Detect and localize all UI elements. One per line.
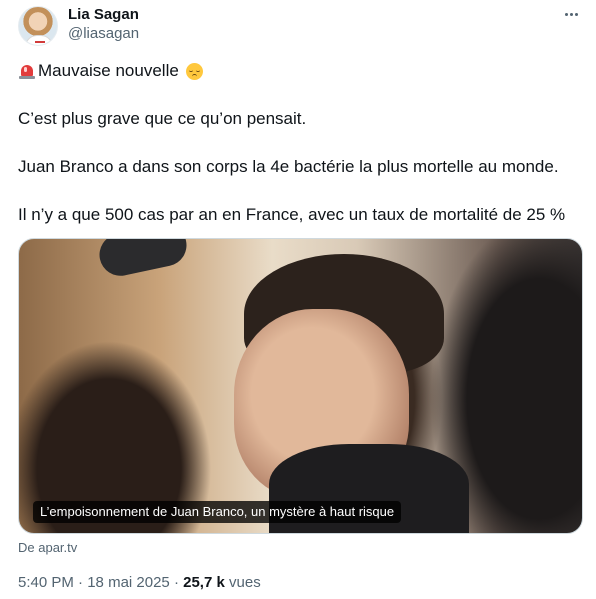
views-label: vues bbox=[224, 574, 261, 591]
rotating-light-icon bbox=[18, 63, 36, 79]
link-card-source[interactable]: De apar.tv bbox=[18, 540, 77, 556]
tweet: Lia Sagan @liasagan Mauvaise nouvelle C’… bbox=[0, 0, 596, 599]
author-name[interactable]: Lia Sagan bbox=[68, 6, 139, 24]
meta-separator-1: · bbox=[73, 574, 88, 591]
meta-separator-2: · bbox=[169, 574, 184, 591]
tweet-line-4: Il n’y a que 500 cas par an en France, a… bbox=[18, 205, 566, 224]
tweet-line-2: C’est plus grave que ce qu’on pensait. bbox=[18, 109, 307, 128]
link-card-image[interactable]: L’empoisonnement de Juan Branco, un myst… bbox=[18, 238, 583, 534]
disappointed-face-icon bbox=[185, 62, 203, 80]
avatar-shirt bbox=[25, 35, 53, 45]
more-options-icon[interactable] bbox=[560, 4, 582, 24]
link-card-caption: L’empoisonnement de Juan Branco, un myst… bbox=[33, 501, 402, 523]
author-block: Lia Sagan @liasagan bbox=[68, 6, 139, 44]
tweet-date[interactable]: 18 mai 2025 bbox=[87, 574, 170, 591]
tweet-time[interactable]: 5:40 PM bbox=[18, 574, 74, 591]
avatar[interactable] bbox=[18, 6, 58, 46]
photo-microphone bbox=[95, 239, 191, 280]
views-count: 25,7 k bbox=[183, 574, 225, 591]
tweet-line-3: Juan Branco a dans son corps la 4e bacté… bbox=[18, 157, 559, 176]
tweet-meta: 5:40 PM · 18 mai 2025 · 25,7 k vues bbox=[18, 574, 261, 592]
author-handle[interactable]: @liasagan bbox=[68, 24, 139, 44]
tweet-line-1-text: Mauvaise nouvelle bbox=[38, 61, 179, 80]
tweet-line-1: Mauvaise nouvelle bbox=[18, 60, 203, 82]
